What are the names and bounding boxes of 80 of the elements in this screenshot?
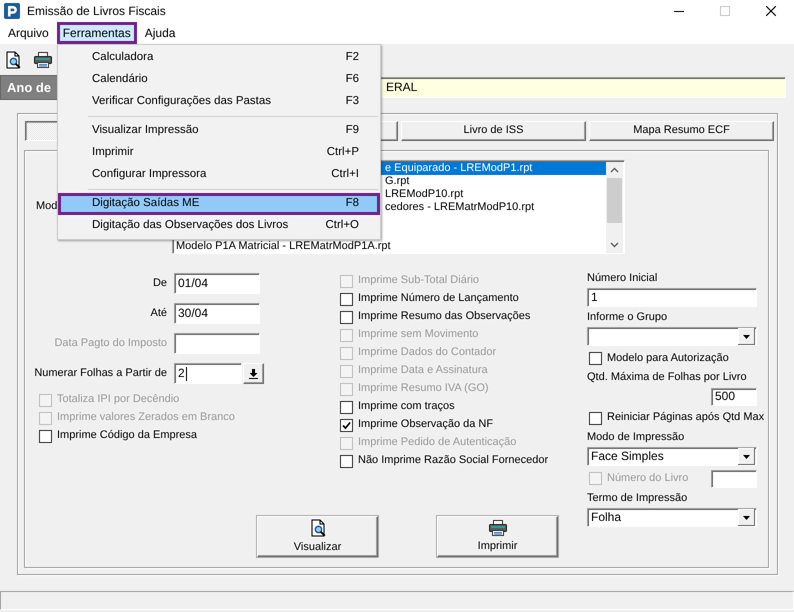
text-field[interactable]: 01/04	[174, 273, 260, 294]
close-icon[interactable]	[766, 6, 776, 16]
list-item[interactable]: Modelo P1A Matricial - LREMatrModP1A.rpt	[174, 240, 606, 253]
text-field[interactable]: 30/04	[174, 303, 260, 324]
checkbox-label: Imprime Resumo das Observações	[358, 310, 530, 324]
checkbox-label: Totaliza IPI por Decêndio	[57, 393, 180, 407]
checkbox-label: Imprime Código da Empresa	[57, 429, 198, 443]
field-label: Termo de Impressão	[587, 492, 688, 505]
shortcut-text: F9	[346, 124, 359, 138]
checkbox-label: Imprime Sub-Total Diário	[358, 274, 480, 288]
menu-item[interactable]: Digitação Saídas ME F8	[58, 193, 380, 215]
printer-icon	[488, 520, 506, 536]
checkbox-label: Imprime sem Movimento	[358, 328, 478, 342]
arrow-down-to-line-icon	[249, 368, 258, 378]
checkbox-label: Imprime Pedido de Autenticação	[358, 436, 516, 450]
field-label: Numerar Folhas a Partir de	[33, 366, 167, 380]
checkbox-label: Imprime Resumo IVA (GO)	[358, 382, 489, 396]
tab[interactable]: Livro de ISS	[401, 121, 586, 141]
checkbox[interactable]	[340, 400, 353, 414]
shortcut-text: F2	[346, 51, 359, 65]
shortcut-text: F6	[346, 73, 359, 87]
checkbox-label: Imprime Número de Lançamento	[358, 292, 519, 306]
checkbox[interactable]	[340, 310, 353, 324]
dropdown-value: Face Simples	[591, 449, 664, 464]
dropdown[interactable]	[587, 327, 757, 346]
checkbox-label: Modelo para Autorização	[607, 352, 729, 366]
shortcut-text: Ctrl+O	[325, 219, 359, 233]
field-label: Data Pagto do Imposto	[53, 336, 167, 350]
shortcut-text: F3	[346, 95, 359, 109]
document-magnifier-icon[interactable]	[5, 50, 21, 68]
scrollbar-thumb[interactable]	[607, 178, 622, 223]
checkbox[interactable]	[589, 412, 602, 425]
field-label: Modo de Impressão	[587, 430, 684, 444]
minimize-icon[interactable]	[674, 10, 684, 12]
header-label: Ano de	[0, 75, 58, 100]
field-label: De	[152, 276, 167, 290]
window-title: Emissão de Livros Fiscais	[27, 4, 166, 18]
text-field[interactable]	[711, 470, 757, 488]
checkbox-label: Imprime com traços	[358, 400, 455, 414]
text-field[interactable]: 500	[711, 388, 757, 406]
document-magnifier-icon	[310, 518, 326, 537]
spin-button[interactable]	[243, 363, 264, 384]
checkbox-label: Reiniciar Páginas após Qtd Max	[607, 411, 764, 425]
text-field[interactable]: 1	[587, 288, 757, 308]
dropdown-arrow-icon	[738, 508, 755, 526]
checkbox[interactable]	[39, 430, 52, 442]
field-label: Número Inicial	[587, 272, 658, 285]
dropdown-value: Folha	[591, 510, 622, 525]
checkbox-label: Imprime Dados do Contador	[358, 346, 496, 360]
checkbox-label: Imprime Observação da NF	[358, 418, 494, 432]
field-label: Qtd. Máxima de Folhas por Livro	[587, 371, 747, 384]
menu-bar-item[interactable]: Ajuda	[138, 22, 182, 44]
dropdown[interactable]: Folha	[587, 508, 757, 527]
dropdown-arrow-icon	[738, 448, 755, 465]
dropdown-arrow-icon	[738, 328, 755, 346]
field-label: Até	[149, 306, 167, 320]
menu-bar-item[interactable]: Ferramentas	[56, 22, 137, 44]
text-field[interactable]: 2	[174, 363, 242, 384]
scrollbar[interactable]	[606, 162, 623, 253]
shortcut-text: Ctrl+P	[326, 146, 359, 160]
shortcut-text: F8	[346, 197, 359, 211]
menu-bar-item[interactable]: Arquivo	[2, 22, 55, 44]
checkbox[interactable]	[340, 454, 353, 468]
dropdown[interactable]: Face Simples	[587, 446, 757, 466]
preview-button[interactable]: Visualizar	[257, 516, 378, 557]
menu-item[interactable]: Visualizar Impressão F9	[58, 120, 380, 142]
checkbox-label: Número do Livro	[607, 472, 688, 486]
field-label: Informe o Grupo	[587, 311, 668, 324]
tab[interactable]: Mapa Resumo ECF	[589, 121, 774, 141]
checkbox[interactable]	[589, 352, 602, 366]
print-button[interactable]: Imprimir	[437, 516, 558, 557]
checkbox-label: Não Imprime Razão Social Fornecedor	[358, 454, 548, 468]
checkbox-label: Imprime valores Zerados em Branco	[57, 411, 235, 425]
checkbox[interactable]	[340, 292, 353, 306]
printer-icon[interactable]	[34, 52, 52, 68]
field-label: Mod	[36, 200, 58, 214]
checkbox[interactable]	[340, 418, 353, 432]
app-logo-icon	[4, 3, 20, 19]
checkbox-label: Imprime Data e Assinatura	[358, 364, 488, 378]
menu-item[interactable]: Calculadora F2	[58, 47, 380, 69]
